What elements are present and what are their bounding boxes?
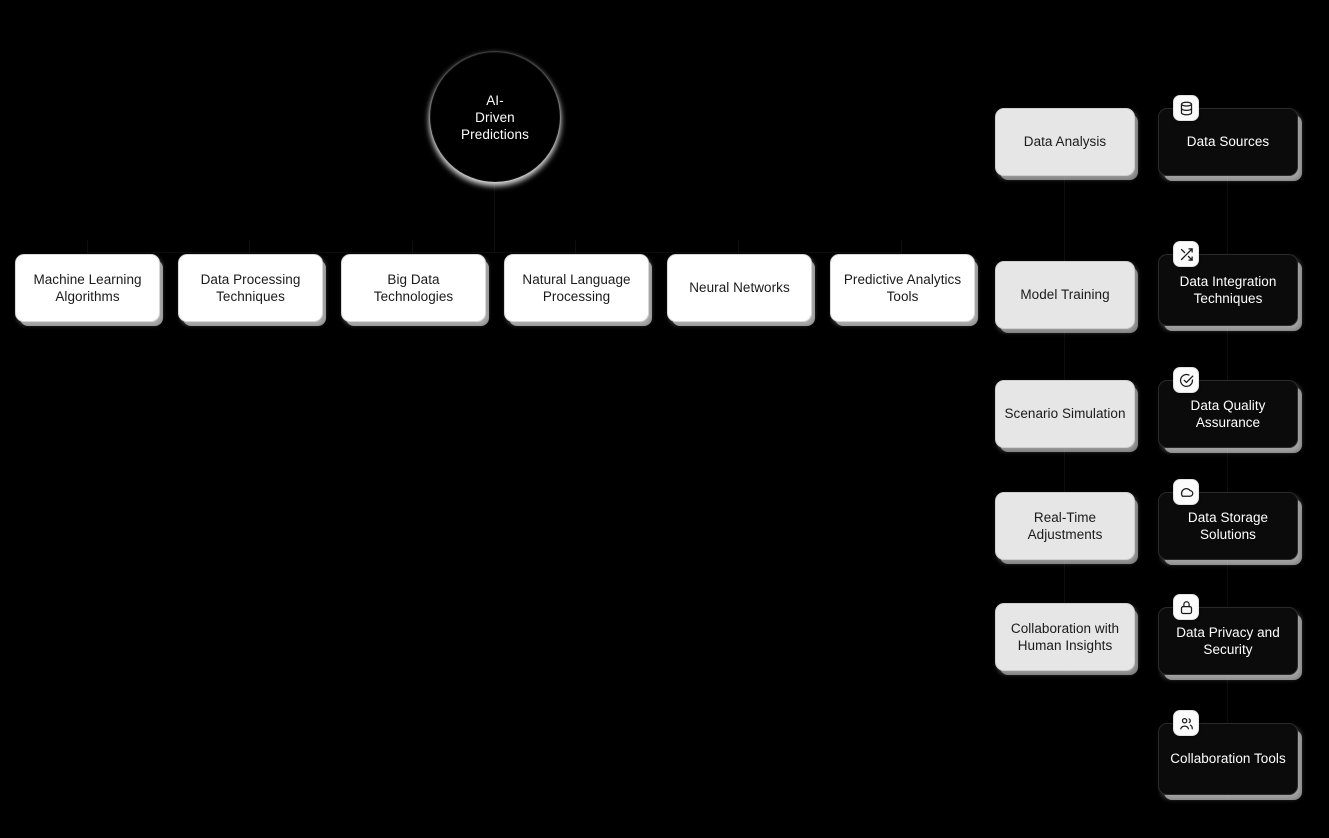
- right-node-data-quality-assurance[interactable]: Data Quality Assurance: [1158, 367, 1298, 448]
- branch-node-label: Natural Language Processing: [522, 271, 631, 305]
- right-node-data-sources[interactable]: Data Sources: [1158, 95, 1298, 176]
- connector-branch-3: [412, 240, 413, 254]
- middle-node-model-training[interactable]: Model Training: [995, 261, 1135, 329]
- middle-node-data-analysis[interactable]: Data Analysis: [995, 108, 1135, 176]
- right-node-label: Data Storage Solutions: [1187, 509, 1269, 543]
- connector-branch-bus: [87, 252, 902, 253]
- branch-node-label: Predictive Analytics Tools: [843, 271, 962, 305]
- right-node-data-privacy-and-security[interactable]: Data Privacy and Security: [1158, 594, 1298, 675]
- right-node-label: Data Sources: [1186, 134, 1270, 150]
- users-icon: [1173, 710, 1199, 736]
- diagram-canvas: AI- Driven Predictions Machine Learning …: [0, 0, 1329, 838]
- shuffle-icon: [1173, 241, 1199, 267]
- middle-node-scenario-simulation[interactable]: Scenario Simulation: [995, 380, 1135, 448]
- right-node-label: Data Quality Assurance: [1190, 397, 1266, 431]
- database-icon: [1173, 95, 1199, 121]
- connector-branch-1: [87, 240, 88, 254]
- hub-label-line-1: AI-: [486, 92, 504, 108]
- branch-node-label: Data Processing Techniques: [200, 271, 301, 305]
- connector-right-spine: [1227, 108, 1228, 798]
- branch-node-predictive-analytics-tools[interactable]: Predictive Analytics Tools: [830, 254, 975, 322]
- check-circle-icon: [1173, 367, 1199, 393]
- branch-node-natural-language-processing[interactable]: Natural Language Processing: [504, 254, 649, 322]
- branch-node-machine-learning-algorithms[interactable]: Machine Learning Algorithms: [15, 254, 160, 322]
- branch-node-label: Big Data Technologies: [373, 271, 454, 305]
- right-node-label: Collaboration Tools: [1170, 751, 1286, 767]
- hub-label-line-2: Driven: [475, 109, 515, 125]
- lock-icon: [1173, 594, 1199, 620]
- connector-branch-5: [738, 240, 739, 254]
- right-node-label: Data Integration Techniques: [1179, 273, 1277, 307]
- middle-node-label: Model Training: [1020, 287, 1110, 303]
- middle-node-label: Real-Time Adjustments: [1027, 509, 1103, 543]
- right-node-collaboration-tools[interactable]: Collaboration Tools: [1158, 710, 1298, 795]
- branch-node-neural-networks[interactable]: Neural Networks: [667, 254, 812, 322]
- branch-node-label: Neural Networks: [689, 280, 790, 296]
- hub-node-ai-driven-predictions[interactable]: AI- Driven Predictions: [430, 52, 560, 182]
- middle-node-label: Scenario Simulation: [1004, 406, 1126, 422]
- branch-node-big-data-technologies[interactable]: Big Data Technologies: [341, 254, 486, 322]
- middle-node-label: Data Analysis: [1023, 134, 1107, 150]
- connector-hub-down: [494, 182, 495, 252]
- middle-node-real-time-adjustments[interactable]: Real-Time Adjustments: [995, 492, 1135, 560]
- branch-node-label: Machine Learning Algorithms: [33, 271, 142, 305]
- right-node-label: Data Privacy and Security: [1176, 624, 1280, 658]
- hub-label-line-3: Predictions: [461, 126, 529, 142]
- branch-node-data-processing-techniques[interactable]: Data Processing Techniques: [178, 254, 323, 322]
- middle-node-collaboration-with-human-insights[interactable]: Collaboration with Human Insights: [995, 603, 1135, 671]
- right-node-data-storage-solutions[interactable]: Data Storage Solutions: [1158, 479, 1298, 560]
- connector-branch-6: [901, 240, 902, 254]
- right-node-data-integration-techniques[interactable]: Data Integration Techniques: [1158, 241, 1298, 326]
- connector-branch-2: [249, 240, 250, 254]
- cloud-icon: [1173, 479, 1199, 505]
- middle-node-label: Collaboration with Human Insights: [1010, 620, 1120, 654]
- connector-branch-4: [575, 240, 576, 254]
- hub-node-label: AI- Driven Predictions: [447, 92, 543, 143]
